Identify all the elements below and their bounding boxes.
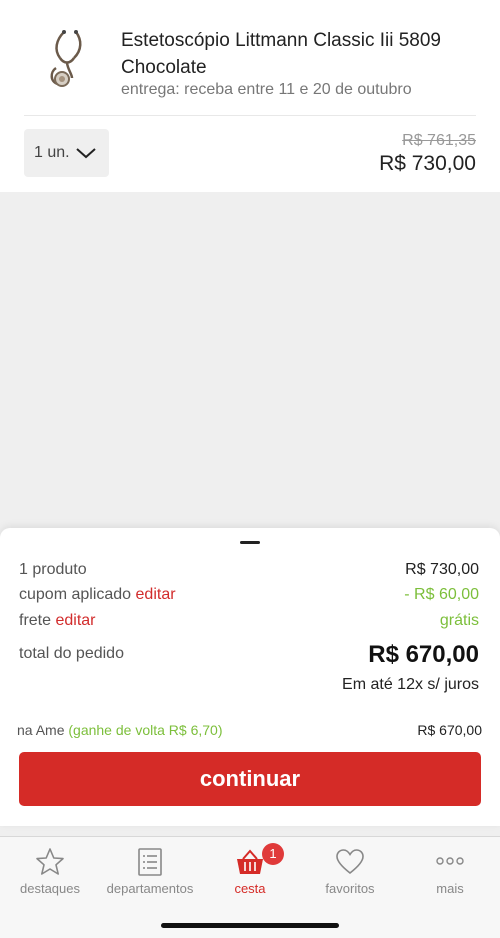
shipping-value: grátis bbox=[439, 612, 479, 629]
ame-label: na Ame bbox=[17, 722, 65, 738]
summary-products-row: 1 produto R$ 730,00 bbox=[19, 561, 479, 579]
star-icon bbox=[36, 848, 64, 875]
tab-mais[interactable]: mais bbox=[400, 837, 500, 901]
tab-label: cesta bbox=[234, 881, 266, 896]
tab-label: mais bbox=[436, 881, 464, 896]
ame-total: R$ 670,00 bbox=[417, 722, 482, 738]
tab-label: departamentos bbox=[106, 881, 194, 896]
product-title[interactable]: Estetoscópio Littmann Classic Iii 5809 C… bbox=[121, 27, 461, 81]
tab-label: destaques bbox=[20, 881, 80, 896]
tab-label: favoritos bbox=[325, 881, 375, 896]
divider bbox=[24, 115, 476, 116]
stethoscope-icon[interactable] bbox=[42, 28, 92, 90]
summary-total-row: total do pedido R$ 670,00 bbox=[19, 641, 479, 668]
quantity-value: 1 un. bbox=[34, 144, 70, 161]
ame-cashback: (ganhe de volta R$ 6,70) bbox=[68, 722, 223, 738]
ame-cashback-info: na Ame (ganhe de volta R$ 6,70) bbox=[17, 722, 222, 738]
list-icon bbox=[138, 848, 162, 876]
cart-item-card: Estetoscópio Littmann Classic Iii 5809 C… bbox=[0, 0, 500, 192]
cart-count-badge: 1 bbox=[262, 843, 284, 865]
more-icon bbox=[436, 857, 464, 865]
tab-departamentos[interactable]: departamentos bbox=[100, 837, 200, 901]
summary-coupon-row: cupom aplicado editar - R$ 60,00 bbox=[19, 586, 479, 604]
tab-favoritos[interactable]: favoritos bbox=[300, 837, 400, 901]
sheet-drag-handle[interactable] bbox=[240, 541, 260, 544]
coupon-discount: - R$ 60,00 bbox=[404, 586, 479, 603]
quantity-select[interactable]: 1 un. bbox=[24, 129, 109, 177]
item-price: R$ 730,00 bbox=[379, 152, 476, 175]
products-count-label: 1 produto bbox=[19, 561, 87, 578]
tab-cesta[interactable]: cesta bbox=[200, 837, 300, 901]
order-total: R$ 670,00 bbox=[368, 641, 479, 668]
chevron-down-icon bbox=[76, 148, 96, 159]
tab-destaques[interactable]: destaques bbox=[0, 837, 100, 901]
coupon-label: cupom aplicado bbox=[19, 586, 132, 603]
heart-icon bbox=[336, 849, 364, 875]
total-label: total do pedido bbox=[19, 645, 124, 662]
summary-shipping-row: frete editar grátis bbox=[19, 612, 479, 630]
basket-icon bbox=[237, 849, 263, 874]
edit-coupon-link[interactable]: editar bbox=[136, 586, 176, 603]
continue-button[interactable]: continuar bbox=[19, 752, 481, 806]
old-price: R$ 761,35 bbox=[402, 132, 476, 149]
edit-shipping-link[interactable]: editar bbox=[55, 612, 95, 629]
home-indicator[interactable] bbox=[161, 923, 339, 928]
delivery-estimate: entrega: receba entre 11 e 20 de outubro bbox=[121, 81, 412, 98]
shipping-label: frete bbox=[19, 612, 52, 629]
installments-info: Em até 12x s/ juros bbox=[342, 676, 479, 693]
order-summary-sheet: 1 produto R$ 730,00 cupom aplicado edita… bbox=[0, 528, 500, 826]
products-subtotal: R$ 730,00 bbox=[405, 561, 479, 578]
